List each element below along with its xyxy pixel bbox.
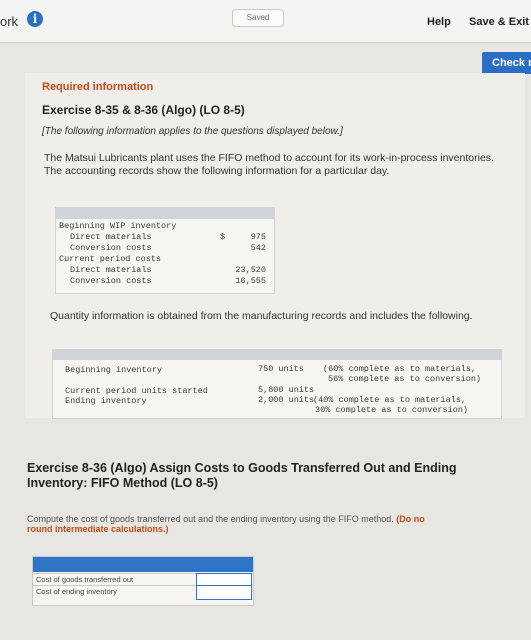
answer-row-label: Cost of ending inventory xyxy=(36,587,117,596)
cost-value: 16,555 xyxy=(235,276,266,286)
compute-bold-2: round intermediate calculations.) xyxy=(27,524,169,534)
qty-note: 56% complete as to conversion) xyxy=(328,374,482,384)
answer-row-label: Cost of goods transferred out xyxy=(36,575,134,584)
assignment-label: ork xyxy=(0,14,19,29)
info-icon[interactable]: i xyxy=(27,11,43,27)
currency-symbol: $ xyxy=(220,232,226,242)
qty-value: 5,800 units xyxy=(258,385,315,395)
cost-label: Conversion costs xyxy=(70,276,152,286)
qty-label: Ending inventory xyxy=(65,396,147,406)
quantity-paragraph: Quantity information is obtained from th… xyxy=(50,310,473,322)
cost-table: Beginning WIP inventory Direct materials… xyxy=(55,207,275,294)
top-bar: ork i Saved Help Save & Exit xyxy=(0,0,531,43)
answer-table: Cost of goods transferred out Cost of en… xyxy=(32,556,254,606)
compute-text: Compute the cost of goods transferred ou… xyxy=(27,514,394,524)
cost-label: Conversion costs xyxy=(70,243,152,253)
quantity-table-header xyxy=(53,350,501,360)
saved-status: Saved xyxy=(232,9,284,27)
cost-table-header xyxy=(56,208,274,219)
qty-label: Beginning inventory xyxy=(65,365,162,375)
exercise-36-title: Exercise 8-36 (Algo) Assign Costs to Goo… xyxy=(27,461,457,490)
save-exit-link[interactable]: Save & Exit xyxy=(469,16,529,28)
compute-instructions: Compute the cost of goods transferred ou… xyxy=(27,514,425,534)
cost-label: Beginning WIP inventory xyxy=(59,221,177,231)
compute-bold-1: (Do no xyxy=(396,514,425,524)
qty-note: (40% complete as to materials, xyxy=(313,395,467,405)
qty-note: (60% complete as to materials, xyxy=(323,364,477,374)
answer-row: Cost of goods transferred out xyxy=(33,573,253,588)
check-my-work-button[interactable]: Check m xyxy=(482,52,531,74)
cost-label: Direct materials xyxy=(70,265,152,275)
required-info-heading: Required information xyxy=(42,81,154,93)
answer-table-header xyxy=(33,557,253,572)
qty-value: 750 units xyxy=(258,364,304,374)
cost-label: Current period costs xyxy=(59,254,162,264)
cost-value: 542 xyxy=(250,243,266,253)
qty-note: 30% complete as to conversion) xyxy=(315,405,469,415)
qty-value: 2,000 units xyxy=(258,395,315,405)
exercise-title: Exercise 8-35 & 8-36 (Algo) (LO 8-5) xyxy=(42,103,245,117)
help-link[interactable]: Help xyxy=(427,16,451,28)
ending-inventory-input[interactable] xyxy=(196,585,252,600)
cost-value: 975 xyxy=(250,232,266,242)
quantity-table: Beginning inventory 750 units (60% compl… xyxy=(52,349,502,419)
cost-value: 23,520 xyxy=(235,265,266,275)
intro-paragraph: The Matsui Lubricants plant uses the FIF… xyxy=(44,152,494,177)
answer-row: Cost of ending inventory xyxy=(33,585,253,600)
applies-note: [The following information applies to th… xyxy=(42,126,343,137)
qty-label: Current period units started xyxy=(65,386,208,396)
cost-label: Direct materials xyxy=(70,232,152,242)
